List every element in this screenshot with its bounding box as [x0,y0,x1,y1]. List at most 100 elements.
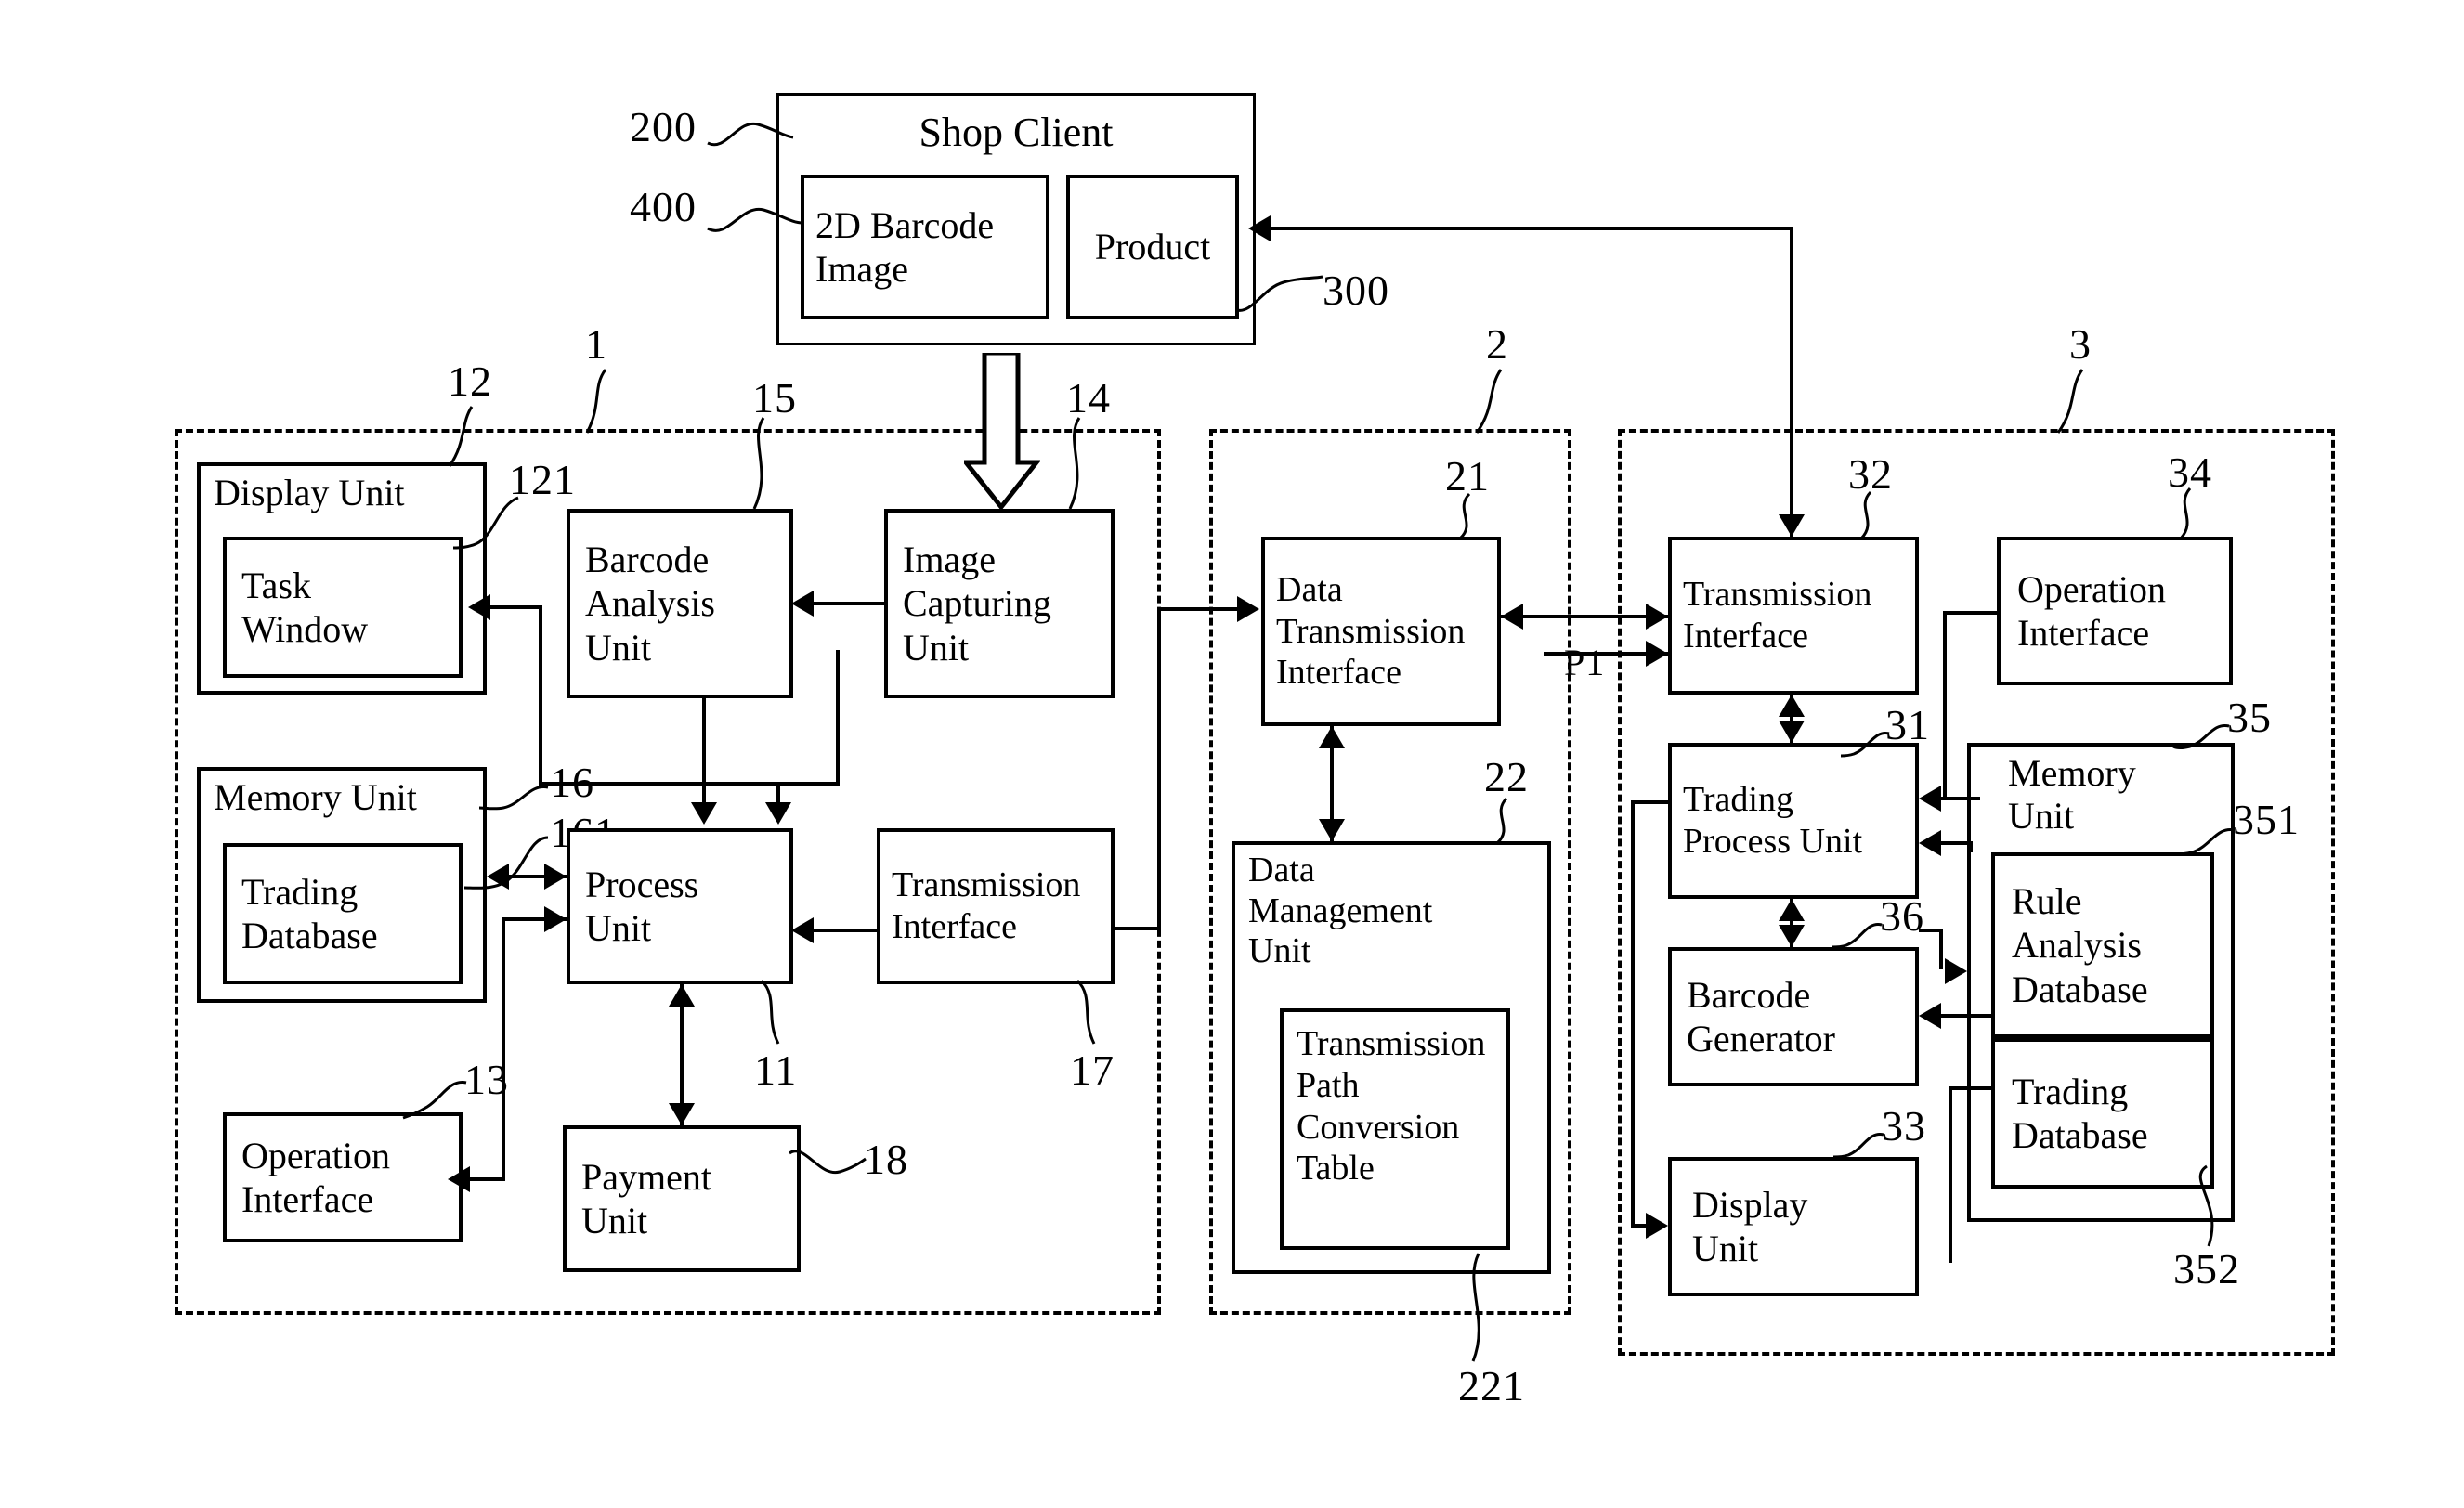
memory-unit-title-1: Memory Unit [214,776,417,818]
leader-13 [402,1081,467,1120]
arrowhead-shopclient-in [1248,215,1271,241]
conn-capture-up-left [539,605,542,786]
conn-p1-upper [1501,615,1668,618]
operation-interface-label-3: Operation Interface [2017,567,2166,654]
ref-3: 3 [2069,320,2092,368]
arrowhead-tpu-in-right-bot [1919,830,1941,856]
ref-1: 1 [585,320,607,368]
leader-21 [1458,492,1471,540]
conn-capture-down [836,650,840,786]
ref-200: 200 [630,103,697,150]
trading-database-label-1: Trading Database [241,870,378,956]
conn-tradedb3-v [1949,1086,1952,1263]
trading-process-unit-label: Trading Process Unit [1683,780,1863,861]
patent-figure: Shop Client 2D Barcode Image Product 200… [0,0,2464,1508]
arrowhead-s3-ti-in-bottom [1779,695,1805,717]
conn-op-v [502,917,505,1181]
ref-17: 17 [1070,1046,1115,1094]
conn-bcgen-up-h [1919,929,1943,932]
payment-unit-box: Payment Unit [563,1125,801,1272]
leader-15 [752,417,765,510]
block-arrow-capture [964,353,1040,511]
ref-22: 22 [1484,753,1529,800]
task-window-box: Task Window [223,537,463,678]
data-transmission-interface-box: Data Transmission Interface [1261,537,1501,726]
ref-12: 12 [448,358,492,405]
leader-121 [452,496,519,550]
operation-interface-box-1: Operation Interface [223,1112,463,1242]
arrowhead-p1-to-s3 [1646,604,1668,630]
leader-351 [2172,828,2236,856]
payment-unit-label: Payment Unit [581,1155,711,1242]
arrowhead-disp3-in [1646,1213,1668,1239]
conn-capture-left [539,782,840,786]
conn-ti-up [1157,607,1161,929]
display-unit-box-3: Display Unit [1668,1157,1919,1296]
leader-17 [1076,979,1096,1045]
conn-op3-h-bot [1941,797,1980,800]
conn-s3-to-shopclient-h [1271,227,1793,230]
conn-tradedb3-h [1949,1086,1993,1090]
leader-32 [1859,490,1872,540]
ref-300: 300 [1323,266,1389,314]
operation-interface-label-1: Operation Interface [241,1134,390,1220]
barcode-generator-label: Barcode Generator [1687,973,1835,1060]
conn-to-taskwindow [490,605,542,609]
transmission-interface-box-1: Transmission Interface [877,828,1115,984]
barcode-image-label: 2D Barcode Image [815,203,995,290]
conn-ti-to-dti-h [1157,607,1241,611]
arrowhead-bcgen-in-right [1919,1003,1941,1029]
data-management-unit-title: Data Management Unit [1248,851,1433,971]
arrowhead-process-in-left [691,802,717,825]
arrowhead-taskwindow-in [468,594,490,620]
task-window-label: Task Window [241,564,369,650]
conn-tpu-disp-v [1631,800,1635,1228]
arrowhead-p1-lower [1646,641,1668,667]
image-capturing-unit-label: Image Capturing Unit [903,539,1051,669]
arrowhead-tpu-in-right-top [1919,786,1941,812]
trading-database-label-3: Trading Database [2012,1070,2148,1156]
process-unit-box: Process Unit [567,828,793,984]
operation-interface-box-3: Operation Interface [1997,537,2233,685]
leader-31 [1840,732,1890,758]
ref-18: 18 [864,1136,908,1183]
arrowhead-process-in-pay [669,984,695,1007]
ref-11: 11 [754,1046,798,1094]
transmission-interface-box-3: Transmission Interface [1668,537,1919,695]
ref-351: 351 [2233,796,2300,843]
barcode-image-box: 2D Barcode Image [801,175,1049,319]
ref-2: 2 [1486,320,1508,368]
arrowhead-tpu-in-top [1779,721,1805,743]
leader-16 [478,786,549,811]
conn-op3-h-top [1943,611,2001,615]
p1-label: P1 [1564,642,1606,683]
conn-tpu-disp-h-top [1631,800,1672,804]
leader-34 [2179,488,2192,540]
conn-bcgen-up-v [1939,929,1943,969]
arrowhead-analysis-in [791,591,814,617]
arrowhead-process-in-ti [791,917,814,943]
image-capturing-unit-box: Image Capturing Unit [884,509,1115,698]
leader-1 [585,369,607,434]
leader-352 [2198,1164,2214,1247]
leader-36 [1831,923,1883,949]
barcode-analysis-unit-box: Barcode Analysis Unit [567,509,793,698]
leader-12 [448,406,474,467]
process-unit-label: Process Unit [585,863,699,949]
leader-3 [2056,369,2084,434]
rule-analysis-database-box: Rule Analysis Database [1991,852,2214,1038]
leader-18 [789,1150,867,1175]
ref-33: 33 [1882,1102,1926,1150]
ref-352: 352 [2173,1245,2240,1293]
leader-221 [1471,1253,1480,1362]
shop-client-title: Shop Client [919,110,1114,155]
ref-221: 221 [1458,1362,1525,1410]
display-unit-title: Display Unit [214,472,405,514]
arrowhead-mem3-in [1945,958,1967,984]
conn-capture-to-analysis [814,602,888,605]
leader-22 [1495,797,1508,845]
conn-ti-up-join [1113,927,1161,930]
arrowhead-dti-in-bottom [1319,726,1345,748]
arrowhead-memory-in [487,864,509,890]
trading-process-unit-box: Trading Process Unit [1668,743,1919,899]
